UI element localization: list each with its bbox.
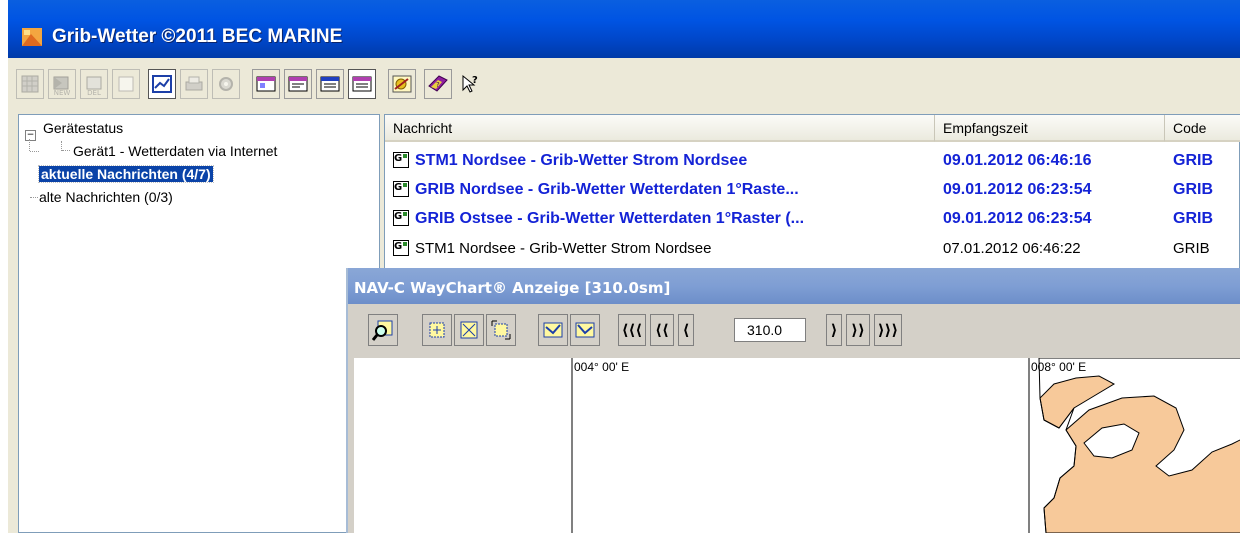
lon-label: 004° 00' E — [574, 360, 629, 374]
magnifier-icon — [372, 320, 393, 341]
new-label: NEW — [53, 89, 71, 97]
header-label: Empfangszeit — [943, 120, 1028, 136]
table-row[interactable]: G STM1 Nordsee - Grib-Wetter Strom Nords… — [385, 146, 1240, 175]
table-row[interactable]: G GRIB Ostsee - Grib-Wetter Wetterdaten … — [385, 204, 1240, 233]
context-help-button[interactable]: ? — [456, 69, 484, 99]
scroll-forward-button[interactable]: ⟩ — [826, 314, 842, 346]
waychart-map[interactable]: 004° 00' E 008° 00' E — [354, 357, 1240, 533]
help-book-icon: ? — [428, 75, 448, 92]
lon-label: 008° 00' E — [1031, 360, 1086, 374]
column-header-code[interactable]: Code — [1165, 115, 1240, 142]
scroll-back-medium-button[interactable]: ⟨⟨ — [650, 314, 674, 346]
grib-file-icon: G — [393, 240, 409, 256]
blank-button[interactable] — [112, 69, 140, 99]
chart-view-button[interactable] — [148, 69, 176, 99]
time-cell: 09.01.2012 06:46:16 — [943, 152, 1092, 169]
tree-item-label-selected: aktuelle Nachrichten (4/7) — [38, 165, 214, 183]
waychart-title-bar[interactable]: NAV-C WayChart® Anzeige [310.0sm] — [348, 268, 1240, 304]
route-button-1[interactable] — [538, 314, 568, 346]
delete-button[interactable]: DEL — [80, 69, 108, 99]
print-button[interactable] — [180, 69, 208, 99]
message-cell: GRIB Ostsee - Grib-Wetter Wetterdaten 1°… — [415, 210, 805, 227]
del-label: DEL — [87, 89, 101, 97]
window-icon — [352, 76, 372, 92]
zoom-button[interactable] — [368, 314, 398, 346]
code-cell: GRIB — [1173, 210, 1213, 227]
route-icon — [575, 322, 595, 338]
tree-item-label: Gerätestatus — [43, 120, 124, 136]
route-icon — [543, 322, 563, 338]
svg-text:?: ? — [436, 81, 440, 89]
header-label: Nachricht — [393, 120, 453, 136]
area-select-icon — [429, 322, 445, 338]
tree-item-device1[interactable]: Gerät1 - Wetterdaten via Internet — [73, 143, 277, 159]
time-cell: 09.01.2012 06:23:54 — [943, 181, 1092, 198]
zoom-in-area-button[interactable] — [422, 314, 452, 346]
title-bar[interactable]: Grib-Wetter ©2011 BEC MARINE — [8, 0, 1240, 58]
scroll-forward-far-button[interactable]: ⟩⟩⟩ — [874, 314, 902, 346]
grib-file-icon: G — [393, 210, 409, 226]
grid-icon — [21, 75, 39, 93]
message-cell: STM1 Nordsee - Grib-Wetter Strom Nordsee — [415, 152, 748, 169]
scroll-forward-medium-button[interactable]: ⟩⟩ — [846, 314, 870, 346]
range-input[interactable]: 310.0 — [734, 318, 806, 342]
grib-file-icon: G — [393, 181, 409, 197]
coastline-land — [1039, 357, 1240, 533]
scroll-back-button[interactable]: ⟨ — [678, 314, 694, 346]
table-row[interactable]: G STM1 Nordsee - Grib-Wetter Strom Nords… — [385, 234, 1240, 263]
svg-text:?: ? — [472, 75, 478, 86]
window-layout-3-button[interactable] — [316, 69, 344, 99]
expand-area-icon — [491, 320, 511, 340]
column-header-time[interactable]: Empfangszeit — [935, 115, 1165, 142]
window-layout-4-button[interactable] — [348, 69, 376, 99]
help-book-button[interactable]: ? — [424, 69, 452, 99]
window-icon — [320, 76, 340, 92]
message-cell: GRIB Nordsee - Grib-Wetter Wetterdaten 1… — [415, 181, 799, 198]
map-button[interactable] — [388, 69, 416, 99]
map-icon — [392, 75, 412, 93]
app-logo-icon — [22, 28, 42, 46]
code-cell: GRIB — [1173, 240, 1210, 257]
settings-button[interactable] — [212, 69, 240, 99]
route-button-2[interactable] — [570, 314, 600, 346]
navigation-tree: − Gerätestatus Gerät1 - Wetterdaten via … — [18, 114, 380, 533]
table-row[interactable]: G GRIB Nordsee - Grib-Wetter Wetterdaten… — [385, 175, 1240, 204]
window-icon — [256, 76, 276, 92]
window-layout-1-button[interactable] — [252, 69, 280, 99]
code-cell: GRIB — [1173, 181, 1213, 198]
new-button[interactable]: NEW — [48, 69, 76, 99]
code-cell: GRIB — [1173, 152, 1213, 169]
window-layout-2-button[interactable] — [284, 69, 312, 99]
window-icon — [288, 76, 308, 92]
message-cell: STM1 Nordsee - Grib-Wetter Strom Nordsee — [415, 240, 712, 257]
waychart-title: NAV-C WayChart® Anzeige [310.0sm] — [354, 279, 671, 297]
list-view-button[interactable] — [16, 69, 44, 99]
tree-item-old-messages[interactable]: alte Nachrichten (0/3) — [39, 189, 173, 205]
column-header-message[interactable]: Nachricht — [385, 115, 935, 142]
pointer-help-icon: ? — [462, 74, 478, 93]
waychart-window: NAV-C WayChart® Anzeige [310.0sm] ⟨⟨⟨ ⟨⟨… — [346, 268, 1240, 533]
tree-item-label: alte Nachrichten (0/3) — [39, 189, 173, 205]
app-window: Grib-Wetter ©2011 BEC MARINE NEW DEL ? ?… — [8, 0, 1240, 533]
fit-area-icon — [460, 321, 478, 339]
printer-icon — [185, 76, 203, 91]
time-cell: 09.01.2012 06:23:54 — [943, 210, 1092, 227]
map-canvas: 004° 00' E 008° 00' E — [571, 357, 1240, 533]
zoom-out-area-button[interactable] — [486, 314, 516, 346]
tree-item-current-messages[interactable]: aktuelle Nachrichten (4/7) — [38, 165, 214, 183]
window-title: Grib-Wetter ©2011 BEC MARINE — [52, 26, 343, 47]
gear-icon — [219, 77, 233, 91]
scroll-back-far-button[interactable]: ⟨⟨⟨ — [618, 314, 646, 346]
tree-item-label: Gerät1 - Wetterdaten via Internet — [73, 143, 278, 159]
grib-file-icon: G — [393, 152, 409, 168]
chart-icon — [152, 75, 172, 93]
header-label: Code — [1173, 120, 1207, 136]
main-toolbar: NEW DEL ? ? — [8, 58, 1240, 110]
tree-item-device-status[interactable]: Gerätestatus — [43, 120, 123, 136]
zoom-fit-button[interactable] — [454, 314, 484, 346]
page-icon — [118, 76, 134, 92]
time-cell: 07.01.2012 06:46:22 — [943, 240, 1081, 257]
